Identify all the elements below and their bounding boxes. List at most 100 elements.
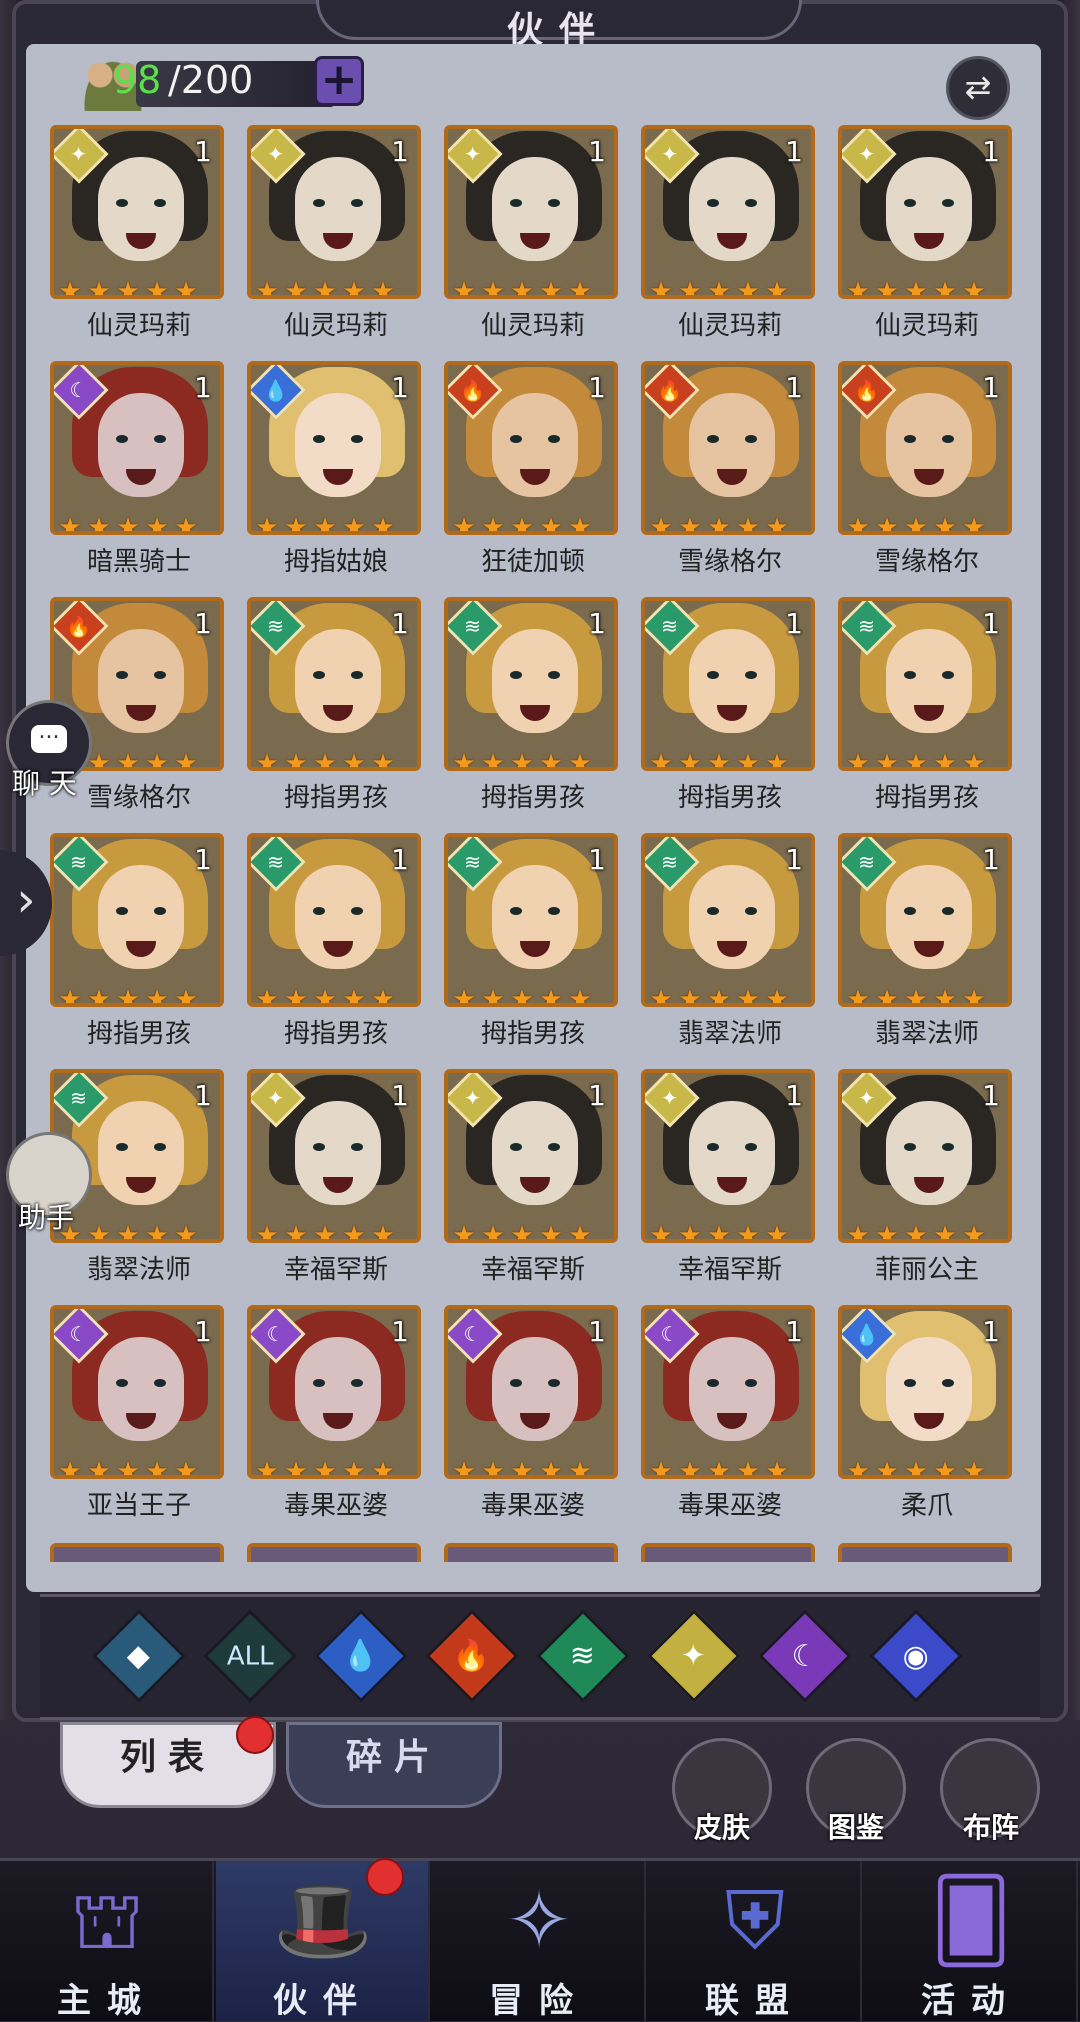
hero-portrait: ✦ 1 ★ ★ ★ ★ ★ xyxy=(247,1069,421,1243)
hero-name: 雪缘格尔 xyxy=(874,547,979,577)
star-icon: ★ xyxy=(87,985,111,1007)
star-icon: ★ xyxy=(568,985,592,1007)
hero-card[interactable]: ≋ 1 ★ ★ ★ ★ ★ 翡翠法师 xyxy=(641,833,819,1069)
star-icon: ★ xyxy=(284,1457,308,1479)
portrait-eye xyxy=(548,1379,560,1387)
hero-level: 1 xyxy=(785,135,803,168)
hero-portrait: 💧 1 ★ ★ ★ ★ ★ xyxy=(247,361,421,535)
portrait-eye xyxy=(351,435,363,443)
hero-card[interactable]: ✦ 1 ★ ★ ★ ★ ★ 幸福罕斯 xyxy=(641,1069,819,1305)
star-icon: ★ xyxy=(510,1221,534,1243)
portrait-eye xyxy=(904,199,916,207)
hero-card[interactable]: ✦ 1 ★ ★ ★ ★ ★ 仙灵玛莉 xyxy=(444,125,622,361)
star-icon: ★ xyxy=(765,1221,789,1243)
hero-card[interactable]: ☾ 1 ★ ★ ★ ★ ★ 亚当王子 xyxy=(50,1305,228,1541)
star-icon: ★ xyxy=(342,985,366,1007)
filter-glyph: 🔥 xyxy=(453,1638,491,1674)
crescent-moon-icon[interactable]: ☾ xyxy=(758,1609,852,1703)
hero-card-partial[interactable] xyxy=(838,1543,1016,1562)
nav-shield[interactable]: ⛨ 联盟 xyxy=(648,1861,862,2021)
star-icon: ★ xyxy=(174,749,198,771)
star-icon: ★ xyxy=(539,1457,563,1479)
hero-card-partial[interactable] xyxy=(641,1543,819,1562)
portrait-eye xyxy=(548,435,560,443)
filter-glyph: 💧 xyxy=(342,1638,380,1674)
portrait-eye xyxy=(313,1379,325,1387)
codex-label: 图鉴 xyxy=(827,1811,884,1844)
star-icon: ★ xyxy=(371,277,395,299)
water-drop-icon[interactable]: 💧 xyxy=(314,1609,408,1703)
star-icon: ★ xyxy=(765,513,789,535)
hero-card[interactable]: ≋ 1 ★ ★ ★ ★ ★ 拇指男孩 xyxy=(50,833,228,1069)
hero-card[interactable]: ☾ 1 ★ ★ ★ ★ ★ 毒果巫婆 xyxy=(247,1305,425,1541)
hero-card[interactable]: ≋ 1 ★ ★ ★ ★ ★ 拇指男孩 xyxy=(444,597,622,833)
hero-card[interactable]: ✦ 1 ★ ★ ★ ★ ★ 幸福罕斯 xyxy=(247,1069,425,1305)
nav-castle[interactable]: ⛫ 主城 xyxy=(0,1861,214,2021)
hero-level: 1 xyxy=(785,843,803,876)
hero-card[interactable]: ✦ 1 ★ ★ ★ ★ ★ 菲丽公主 xyxy=(838,1069,1016,1305)
tab-fragments[interactable]: 碎片 xyxy=(286,1722,502,1808)
hero-card[interactable]: 🔥 1 ★ ★ ★ ★ ★ 狂徒加顿 xyxy=(444,361,622,597)
star-icon: ★ xyxy=(510,985,534,1007)
hero-card[interactable]: ✦ 1 ★ ★ ★ ★ ★ 仙灵玛莉 xyxy=(838,125,1016,361)
star-icon: ★ xyxy=(875,985,899,1007)
portrait-eye xyxy=(745,1143,757,1151)
star-rating: ★★★★★ xyxy=(647,513,811,535)
expand-roster-button[interactable]: + xyxy=(314,56,364,106)
star-icon: ★ xyxy=(649,1221,673,1243)
hero-card[interactable]: ☾ 1 ★ ★ ★ ★ ★ 毒果巫婆 xyxy=(444,1305,622,1541)
hero-card[interactable]: 💧 1 ★ ★ ★ ★ ★ 柔爪 xyxy=(838,1305,1016,1541)
hero-card[interactable]: ☾ 1 ★ ★ ★ ★ ★ 毒果巫婆 xyxy=(641,1305,819,1541)
hero-card[interactable]: ☾ 1 ★ ★ ★ ★ ★ 暗黑骑士 xyxy=(50,361,228,597)
hero-portrait: ≋ 1 ★ ★ ★ ★ ★ xyxy=(247,597,421,771)
hero-card[interactable]: ≋ 1 ★ ★ ★ ★ ★ 拇指男孩 xyxy=(444,833,622,1069)
star-icon: ★ xyxy=(539,749,563,771)
hero-card[interactable]: 💧 1 ★ ★ ★ ★ ★ 拇指姑娘 xyxy=(247,361,425,597)
flame-icon[interactable]: 🔥 xyxy=(425,1609,519,1703)
hero-portrait: ≋ 1 ★ ★ ★ ★ ★ xyxy=(444,597,618,771)
hero-card[interactable]: ✦ 1 ★ ★ ★ ★ ★ 仙灵玛莉 xyxy=(247,125,425,361)
hero-portrait: ≋ 1 ★ ★ ★ ★ ★ xyxy=(838,597,1012,771)
hero-card[interactable]: ≋ 1 ★ ★ ★ ★ ★ 拇指男孩 xyxy=(641,597,819,833)
all-icon[interactable]: ALL xyxy=(203,1609,297,1703)
star-rating: ★★★★★ xyxy=(56,985,220,1007)
hero-level: 1 xyxy=(391,843,409,876)
planet-icon[interactable]: ◉ xyxy=(869,1609,963,1703)
hero-card[interactable]: ≋ 1 ★ ★ ★ ★ ★ 翡翠法师 xyxy=(838,833,1016,1069)
hero-card-partial[interactable] xyxy=(247,1543,425,1562)
hero-card[interactable]: ≋ 1 ★ ★ ★ ★ ★ 拇指男孩 xyxy=(247,597,425,833)
nav-compass[interactable]: ✧ 冒险 xyxy=(432,1861,646,2021)
nav-cards[interactable]: 🂠 活动 xyxy=(864,1861,1078,2021)
star-icon: ★ xyxy=(539,513,563,535)
star-icon: ★ xyxy=(962,513,986,535)
hero-card[interactable]: ✦ 1 ★ ★ ★ ★ ★ 仙灵玛莉 xyxy=(50,125,228,361)
hero-card[interactable]: ✦ 1 ★ ★ ★ ★ ★ 仙灵玛莉 xyxy=(641,125,819,361)
hero-level: 1 xyxy=(194,843,212,876)
star-icon: ★ xyxy=(568,1457,592,1479)
portrait-eye xyxy=(510,199,522,207)
swap-icon[interactable]: ⇄ xyxy=(946,56,1010,120)
portrait-eye xyxy=(707,671,719,679)
hero-card[interactable]: 🔥1★★★★★雪缘格尔 xyxy=(838,361,1016,597)
star-icon: ★ xyxy=(846,277,870,299)
hero-name: 翡翠法师 xyxy=(86,1255,191,1285)
star-icon: ★ xyxy=(371,513,395,535)
hero-portrait xyxy=(247,1543,421,1562)
portrait-eye xyxy=(351,199,363,207)
cards-icon: 🂠 xyxy=(930,1874,1012,1967)
star-icon: ★ xyxy=(933,1457,957,1479)
star-icon: ★ xyxy=(707,1457,731,1479)
hero-card[interactable]: 🔥1★★★★★雪缘格尔 xyxy=(641,361,819,597)
diamond-icon[interactable]: ◆ xyxy=(92,1609,186,1703)
star-icon: ★ xyxy=(342,513,366,535)
hero-card-partial[interactable] xyxy=(50,1543,228,1562)
sun-star-icon[interactable]: ✦ xyxy=(647,1609,741,1703)
whirlwind-icon[interactable]: ≋ xyxy=(536,1609,630,1703)
hero-card[interactable]: ≋ 1 ★ ★ ★ ★ ★ 拇指男孩 xyxy=(838,597,1016,833)
hero-name: 菲丽公主 xyxy=(874,1255,979,1285)
hero-level: 1 xyxy=(391,1315,409,1348)
hero-card-partial[interactable] xyxy=(444,1543,622,1562)
hero-card[interactable]: ≋ 1 ★ ★ ★ ★ ★ 拇指男孩 xyxy=(247,833,425,1069)
star-icon: ★ xyxy=(313,1221,337,1243)
hero-card[interactable]: ✦ 1 ★ ★ ★ ★ ★ 幸福罕斯 xyxy=(444,1069,622,1305)
